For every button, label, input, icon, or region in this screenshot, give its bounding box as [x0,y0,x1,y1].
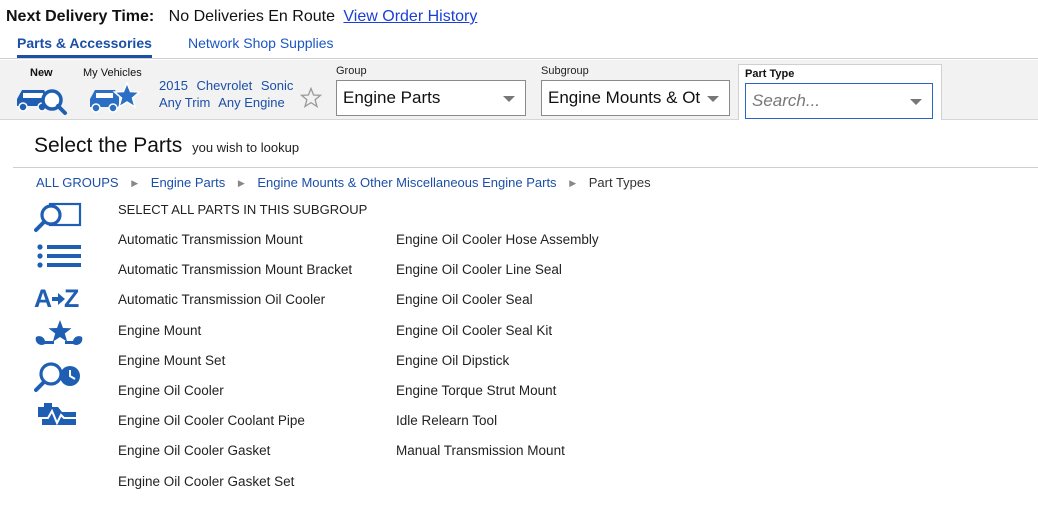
vehicle-engine[interactable]: Any Engine [218,95,285,110]
my-vehicles-star-icon[interactable] [88,81,142,120]
delivery-label: Next Delivery Time: [6,8,155,25]
part-item[interactable]: Engine Oil Dipstick [396,353,599,383]
page-subtitle: you wish to lookup [192,140,300,155]
breadcrumb-arrow-icon: ▶ [131,178,139,188]
my-vehicles-label: My Vehicles [83,67,142,79]
part-item[interactable]: Engine Mount [118,323,352,353]
breadcrumb-engine-parts[interactable]: Engine Parts [151,175,225,190]
part-item[interactable]: Manual Transmission Mount [396,443,599,473]
part-item[interactable]: Automatic Transmission Oil Cooler [118,292,352,322]
part-item[interactable]: Engine Oil Cooler [118,383,352,413]
wrench-star-icon[interactable] [34,319,84,358]
delivery-value: No Deliveries En Route [168,8,335,25]
group-field: Group Engine Parts [336,65,526,116]
view-order-history-link[interactable]: View Order History [343,8,477,25]
subgroup-label: Subgroup [541,65,589,77]
tab-bar: Parts & Accessories Network Shop Supplie… [0,34,1038,59]
part-type-select[interactable] [745,83,933,119]
a-to-z-icon[interactable]: A Z [34,283,84,318]
group-select[interactable]: Engine Parts [336,80,526,116]
parts-selection-panel: Select the Parts you wish to lookup ALL … [0,121,1038,528]
divider [13,167,1038,168]
part-item[interactable]: Engine Oil Cooler Gasket Set [118,474,352,504]
part-item[interactable]: Automatic Transmission Mount [118,232,352,262]
breadcrumb-current: Part Types [588,175,651,190]
new-vehicle-search-icon[interactable] [14,82,68,121]
new-vehicle-label: New [30,67,53,79]
part-item[interactable]: Engine Oil Cooler Line Seal [396,262,599,292]
part-type-label: Part Type [745,68,795,80]
delivery-bar: Next Delivery Time: No Deliveries En Rou… [6,8,477,26]
parts-list-column-1: Automatic Transmission Mount Automatic T… [118,232,352,504]
chevron-down-icon [503,96,515,102]
part-type-field: Part Type [738,64,942,120]
engine-diagnostic-icon[interactable] [34,401,84,436]
breadcrumb-subgroup[interactable]: Engine Mounts & Other Miscellaneous Engi… [257,175,556,190]
vehicle-year[interactable]: 2015 [159,78,188,93]
search-image-icon[interactable] [34,201,84,238]
vehicle-toolbar: New My Vehicles 2015 Chevrolet Sonic Any… [0,60,1038,120]
chevron-down-icon [707,96,719,102]
part-item[interactable]: Idle Relearn Tool [396,413,599,443]
vehicle-make[interactable]: Chevrolet [197,78,253,93]
vehicle-model[interactable]: Sonic [261,78,294,93]
breadcrumb-arrow-icon: ▶ [237,178,245,188]
star-outline-icon[interactable] [299,86,323,114]
part-type-search-input[interactable] [752,91,902,111]
breadcrumb-arrow-icon: ▶ [569,178,577,188]
svg-text:Z: Z [64,285,79,313]
tab-parts-accessories[interactable]: Parts & Accessories [17,35,152,58]
part-item[interactable]: Engine Mount Set [118,353,352,383]
part-item[interactable]: Engine Oil Cooler Gasket [118,443,352,473]
list-icon[interactable] [34,243,84,278]
part-item[interactable]: Engine Oil Cooler Hose Assembly [396,232,599,262]
part-item[interactable]: Engine Oil Cooler Seal Kit [396,323,599,353]
vehicle-trim[interactable]: Any Trim [159,95,210,110]
page-title: Select the Parts you wish to lookup [34,134,299,158]
subgroup-field: Subgroup Engine Mounts & Ot [541,65,730,116]
part-item[interactable]: Engine Oil Cooler Coolant Pipe [118,413,352,443]
chevron-down-icon [910,99,922,105]
subgroup-value: Engine Mounts & Ot [548,88,701,107]
part-item[interactable]: Automatic Transmission Mount Bracket [118,262,352,292]
part-item[interactable]: Engine Oil Cooler Seal [396,292,599,322]
page-title-text: Select the Parts [34,134,183,157]
svg-text:A: A [34,285,52,313]
part-item[interactable]: Engine Torque Strut Mount [396,383,599,413]
breadcrumb-all-groups[interactable]: ALL GROUPS [36,175,119,190]
search-clock-icon[interactable] [34,361,84,398]
group-label: Group [336,65,367,77]
subgroup-select[interactable]: Engine Mounts & Ot [541,80,730,116]
vehicle-info: 2015 Chevrolet Sonic Any Trim Any Engine [159,77,298,111]
parts-list-column-2: Engine Oil Cooler Hose Assembly Engine O… [396,232,599,474]
breadcrumb: ALL GROUPS ▶ Engine Parts ▶ Engine Mount… [36,175,651,190]
select-all-parts-link[interactable]: SELECT ALL PARTS IN THIS SUBGROUP [118,202,367,217]
group-value: Engine Parts [343,88,441,107]
tab-network-shop-supplies[interactable]: Network Shop Supplies [188,35,334,51]
